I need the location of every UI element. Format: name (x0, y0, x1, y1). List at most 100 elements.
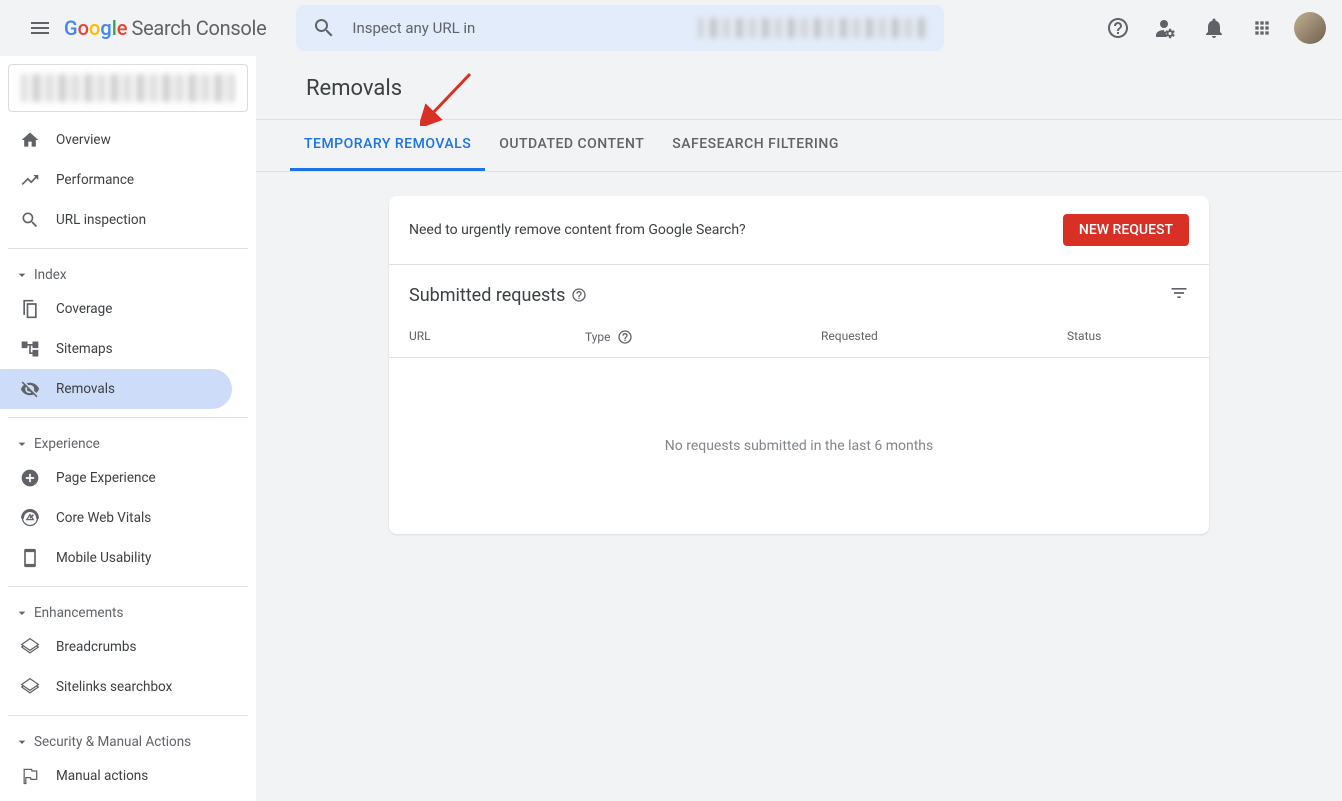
property-selector[interactable] (8, 64, 248, 112)
section-enhancements[interactable]: Enhancements (0, 595, 256, 627)
sidebar-item-label: URL inspection (56, 212, 146, 228)
help-button[interactable] (1098, 8, 1138, 48)
sidebar-item-core-web-vitals[interactable]: Core Web Vitals (0, 498, 232, 538)
sidebar-item-label: Page Experience (56, 470, 156, 486)
url-inspect-bar[interactable] (296, 5, 944, 51)
sidebar-item-label: Breadcrumbs (56, 639, 136, 655)
sidebar-item-label: Sitemaps (56, 341, 113, 357)
phone-icon (20, 548, 40, 568)
divider (8, 715, 248, 716)
sidebar-item-security-issues[interactable]: Security issues (0, 796, 232, 801)
app-header: Google Search Console (0, 0, 1342, 56)
sidebar-item-mobile-usability[interactable]: Mobile Usability (0, 538, 232, 578)
section-label: Security & Manual Actions (34, 734, 191, 750)
section-security[interactable]: Security & Manual Actions (0, 724, 256, 756)
tabs: TEMPORARY REMOVALS OUTDATED CONTENT SAFE… (256, 120, 1342, 172)
col-requested: Requested (821, 329, 1067, 345)
layers-icon (20, 637, 40, 657)
section-index[interactable]: Index (0, 257, 256, 289)
section-label: Enhancements (34, 605, 123, 621)
hamburger-icon (28, 16, 52, 40)
help-icon[interactable] (617, 329, 633, 345)
filter-icon (1169, 283, 1189, 303)
search-icon (312, 16, 336, 40)
sidebar-item-breadcrumbs[interactable]: Breadcrumbs (0, 627, 232, 667)
card-subtitle: Submitted requests (409, 285, 565, 306)
sidebar-item-url-inspection[interactable]: URL inspection (0, 200, 232, 240)
removals-card: Need to urgently remove content from Goo… (389, 196, 1209, 534)
sidebar-item-label: Coverage (56, 301, 112, 317)
main-menu-button[interactable] (16, 4, 64, 52)
main-content: Removals TEMPORARY REMOVALS OUTDATED CON… (256, 56, 1342, 801)
sidebar: Overview Performance URL inspection Inde… (0, 56, 256, 801)
google-logo: Google (64, 16, 128, 40)
sidebar-item-removals[interactable]: Removals (0, 369, 232, 409)
account-avatar[interactable] (1294, 12, 1326, 44)
sidebar-item-manual-actions[interactable]: Manual actions (0, 756, 232, 796)
redacted-property (698, 18, 928, 38)
card-header: Need to urgently remove content from Goo… (389, 196, 1209, 265)
card-prompt: Need to urgently remove content from Goo… (409, 222, 746, 238)
table-header: URL Type Requested Status (389, 315, 1209, 358)
col-status: Status (1067, 329, 1189, 345)
sidebar-item-sitemaps[interactable]: Sitemaps (0, 329, 232, 369)
trend-icon (20, 170, 40, 190)
sidebar-item-overview[interactable]: Overview (0, 120, 232, 160)
sidebar-item-page-experience[interactable]: Page Experience (0, 458, 232, 498)
flag-icon (20, 766, 40, 786)
gauge-icon (20, 508, 40, 528)
apps-grid-icon (1252, 18, 1272, 38)
search-input[interactable] (352, 19, 698, 37)
page-title: Removals (256, 56, 1342, 120)
col-type-label: Type (585, 330, 611, 344)
chevron-down-icon (14, 605, 30, 621)
sidebar-item-label: Mobile Usability (56, 550, 151, 566)
users-settings-button[interactable] (1146, 8, 1186, 48)
section-label: Experience (34, 436, 100, 452)
chevron-down-icon (14, 734, 30, 750)
eye-off-icon (20, 379, 40, 399)
help-icon (1106, 16, 1130, 40)
sidebar-item-label: Sitelinks searchbox (56, 679, 172, 695)
chevron-down-icon (14, 267, 30, 283)
card-subheader: Submitted requests (389, 265, 1209, 315)
sidebar-item-sitelinks-searchbox[interactable]: Sitelinks searchbox (0, 667, 232, 707)
content-area: Need to urgently remove content from Goo… (256, 172, 1342, 558)
user-gear-icon (1154, 16, 1178, 40)
tab-safesearch-filtering[interactable]: SAFESEARCH FILTERING (658, 120, 853, 171)
header-actions (1098, 8, 1326, 48)
tab-outdated-content[interactable]: OUTDATED CONTENT (485, 120, 658, 171)
divider (8, 417, 248, 418)
home-icon (20, 130, 40, 150)
product-logo[interactable]: Google Search Console (64, 16, 266, 40)
tab-temporary-removals[interactable]: TEMPORARY REMOVALS (290, 120, 485, 171)
chevron-down-icon (14, 436, 30, 452)
product-name: Search Console (132, 16, 267, 40)
redacted-property-name (21, 74, 235, 102)
layers-icon (20, 677, 40, 697)
document-icon (20, 299, 40, 319)
apps-button[interactable] (1242, 8, 1282, 48)
plus-circle-icon (20, 468, 40, 488)
tree-icon (20, 339, 40, 359)
sidebar-item-label: Core Web Vitals (56, 510, 151, 526)
new-request-button[interactable]: NEW REQUEST (1063, 214, 1189, 246)
section-label: Index (34, 267, 67, 283)
notifications-button[interactable] (1194, 8, 1234, 48)
sidebar-item-performance[interactable]: Performance (0, 160, 232, 200)
search-icon (20, 210, 40, 230)
filter-button[interactable] (1169, 283, 1189, 307)
col-url: URL (409, 329, 585, 345)
sidebar-item-coverage[interactable]: Coverage (0, 289, 232, 329)
sidebar-item-label: Manual actions (56, 768, 148, 784)
bell-icon (1202, 16, 1226, 40)
section-experience[interactable]: Experience (0, 426, 256, 458)
help-icon[interactable] (571, 287, 587, 303)
col-type: Type (585, 329, 821, 345)
empty-state: No requests submitted in the last 6 mont… (389, 358, 1209, 534)
sidebar-item-label: Overview (56, 132, 111, 148)
sidebar-item-label: Removals (56, 381, 115, 397)
sidebar-item-label: Performance (56, 172, 134, 188)
divider (8, 586, 248, 587)
divider (8, 248, 248, 249)
